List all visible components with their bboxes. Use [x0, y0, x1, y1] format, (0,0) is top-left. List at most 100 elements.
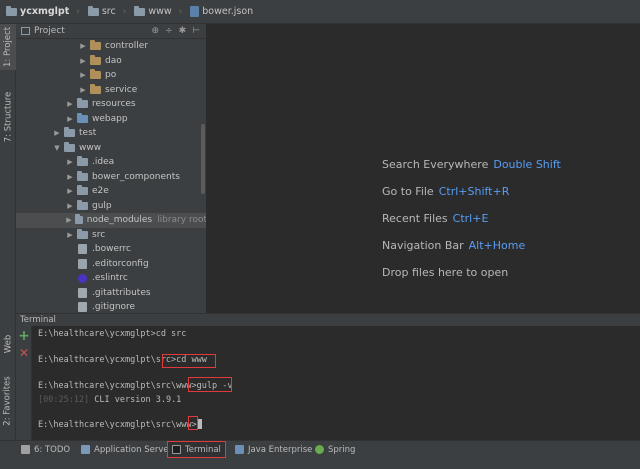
- terminal-title-bar: Terminal: [16, 313, 640, 326]
- bottom-tab-application-servers[interactable]: Application Servers: [77, 441, 181, 458]
- chevron-right-icon[interactable]: ▶: [79, 42, 87, 50]
- tree-node-gulp[interactable]: ▶ gulp: [16, 199, 206, 214]
- breadcrumb-label: ycxmglpt: [20, 6, 70, 17]
- breadcrumb-label: www: [148, 6, 172, 17]
- chevron-right-icon[interactable]: ▶: [66, 158, 74, 166]
- tree-node-editorconfig[interactable]: .editorconfig: [16, 257, 206, 272]
- chevron-down-icon[interactable]: ▼: [53, 144, 61, 152]
- chevron-right-icon[interactable]: ▶: [66, 100, 74, 108]
- chevron-right-icon[interactable]: ▶: [66, 173, 74, 181]
- editor-hint-shortcut[interactable]: Alt+Home: [469, 239, 526, 252]
- project-panel: Project ⊕ ÷ ✱ ⊢ ▶ controller ▶ dao ▶ po ▶ service ▶…: [16, 24, 207, 313]
- terminal-prompt: E:\healthcare\ycxmglpt\src>: [38, 355, 177, 365]
- hide-icon[interactable]: ⊢: [192, 26, 200, 36]
- tree-node-controller[interactable]: ▶ controller: [16, 39, 206, 54]
- tree-node-label: .editorconfig: [92, 258, 149, 269]
- tree-node-src[interactable]: ▶ src: [16, 228, 206, 243]
- terminal-output[interactable]: E:\healthcare\ycxmglpt>cd src E:\healthca…: [32, 326, 640, 440]
- bottom-tab-label: Spring: [328, 444, 356, 455]
- breadcrumb-item[interactable]: www ›: [132, 0, 188, 24]
- left-tool-stripe: 1: Project 7: Structure Web 2: Favorites: [0, 24, 16, 440]
- tree-node-eslintrc[interactable]: .eslintrc: [16, 271, 206, 286]
- breadcrumb-item[interactable]: src ›: [86, 0, 132, 24]
- tree-node-service[interactable]: ▶ service: [16, 83, 206, 98]
- tree-node-node-modules[interactable]: ▶ node_modules library root: [16, 213, 206, 228]
- git-file-icon: [78, 302, 87, 313]
- tree-node-po[interactable]: ▶ po: [16, 68, 206, 83]
- tree-node-resources[interactable]: ▶ resources: [16, 97, 206, 112]
- chevron-right-icon[interactable]: ▶: [53, 129, 61, 137]
- package-folder-icon: [90, 54, 101, 65]
- tree-node-label: dao: [105, 55, 122, 66]
- bottom-tab-java-enterprise[interactable]: Java Enterprise: [231, 441, 316, 458]
- tree-node-dao[interactable]: ▶ dao: [16, 54, 206, 69]
- bottom-tab-6-todo[interactable]: 6: TODO: [17, 441, 74, 458]
- editor-hint-shortcut[interactable]: Ctrl+Shift+R: [439, 185, 510, 198]
- bottom-tool-bar: 6: TODO Application Servers Terminal Java E…: [0, 440, 640, 469]
- status-bar: [0, 460, 640, 469]
- project-tool-tab[interactable]: 1: Project: [0, 24, 16, 70]
- chevron-right-icon[interactable]: ▶: [66, 216, 72, 224]
- editor-hint-shortcut[interactable]: Ctrl+E: [453, 212, 489, 225]
- tree-node-bowerrc[interactable]: .bowerrc: [16, 242, 206, 257]
- package-folder-icon: [90, 83, 101, 94]
- tree-node-label: .bowerrc: [92, 244, 131, 255]
- terminal-prompt: E:\healthcare\ycxmglpt\src\www>: [38, 381, 197, 391]
- folder-icon: [64, 141, 75, 152]
- breadcrumb-separator-icon: ›: [76, 6, 80, 17]
- editor-hint-label: Recent Files: [382, 212, 448, 225]
- tree-node-gitignore[interactable]: .gitignore: [16, 300, 206, 313]
- project-panel-title[interactable]: Project: [34, 26, 65, 36]
- chevron-right-icon[interactable]: ▶: [66, 187, 74, 195]
- tree-node-webapp[interactable]: ▶ webapp: [16, 112, 206, 127]
- java-enterprise-icon: [235, 445, 244, 454]
- breadcrumb-item[interactable]: bower.json: [188, 0, 259, 24]
- editor-hint-label: Search Everywhere: [382, 158, 489, 171]
- chevron-right-icon[interactable]: ▶: [66, 231, 74, 239]
- bottom-tab-terminal[interactable]: Terminal: [167, 441, 226, 458]
- chevron-right-icon[interactable]: ▶: [79, 86, 87, 94]
- tree-node-gitattributes[interactable]: .gitattributes: [16, 286, 206, 301]
- chevron-right-icon[interactable]: ▶: [66, 202, 74, 210]
- project-scrollbar[interactable]: [201, 124, 205, 194]
- highlight-box: [188, 377, 232, 392]
- tree-node-label: .gitignore: [92, 302, 136, 313]
- editor-hint-label: Navigation Bar: [382, 239, 464, 252]
- settings-icon[interactable]: ✱: [179, 26, 187, 36]
- favorites-tool-tab[interactable]: 2: Favorites: [0, 370, 16, 432]
- tree-node-label: src: [92, 229, 106, 240]
- folder-icon: [77, 170, 88, 181]
- collapse-all-icon[interactable]: ÷: [165, 26, 173, 36]
- package-folder-icon: [90, 40, 101, 51]
- scroll-from-source-icon[interactable]: ⊕: [152, 26, 160, 36]
- tree-node-label: .gitattributes: [92, 287, 151, 298]
- bottom-tab-label: Java Enterprise: [248, 444, 313, 455]
- editor-hint-shortcut[interactable]: Double Shift: [493, 158, 560, 171]
- chevron-right-icon[interactable]: ▶: [79, 71, 87, 79]
- tree-node-test[interactable]: ▶ test: [16, 126, 206, 141]
- tree-node-label: resources: [92, 99, 136, 110]
- chevron-right-icon[interactable]: ▶: [79, 57, 87, 65]
- tree-node-idea[interactable]: ▶ .idea: [16, 155, 206, 170]
- folder-icon: [77, 98, 88, 109]
- breadcrumb-separator-icon: ›: [122, 6, 127, 17]
- new-session-icon[interactable]: +: [18, 329, 30, 343]
- breadcrumb-item[interactable]: ycxmglpt ›: [4, 0, 86, 24]
- bottom-tab-spring[interactable]: Spring: [311, 441, 359, 458]
- tree-node-label: e2e: [92, 186, 109, 197]
- tree-node-label: webapp: [92, 113, 128, 124]
- tree-node-e2e[interactable]: ▶ e2e: [16, 184, 206, 199]
- close-session-icon[interactable]: ✕: [18, 347, 30, 359]
- web-tool-tab[interactable]: Web: [0, 330, 16, 358]
- tree-node-bower-components[interactable]: ▶ bower_components: [16, 170, 206, 185]
- folder-icon: [64, 127, 75, 138]
- structure-tool-tab[interactable]: 7: Structure: [0, 84, 16, 150]
- editor-empty-area: Search Everywhere Double Shift Go to File C…: [207, 24, 640, 313]
- tree-node-www[interactable]: ▼ www: [16, 141, 206, 156]
- bottom-tab-label: Terminal: [185, 444, 221, 455]
- config-file-icon: [78, 258, 87, 269]
- chevron-right-icon[interactable]: ▶: [66, 115, 74, 123]
- editor-hint-row: Drop files here to open: [382, 266, 508, 279]
- editor-hint-label: Drop files here to open: [382, 266, 509, 279]
- terminal-command: cd src: [155, 329, 187, 339]
